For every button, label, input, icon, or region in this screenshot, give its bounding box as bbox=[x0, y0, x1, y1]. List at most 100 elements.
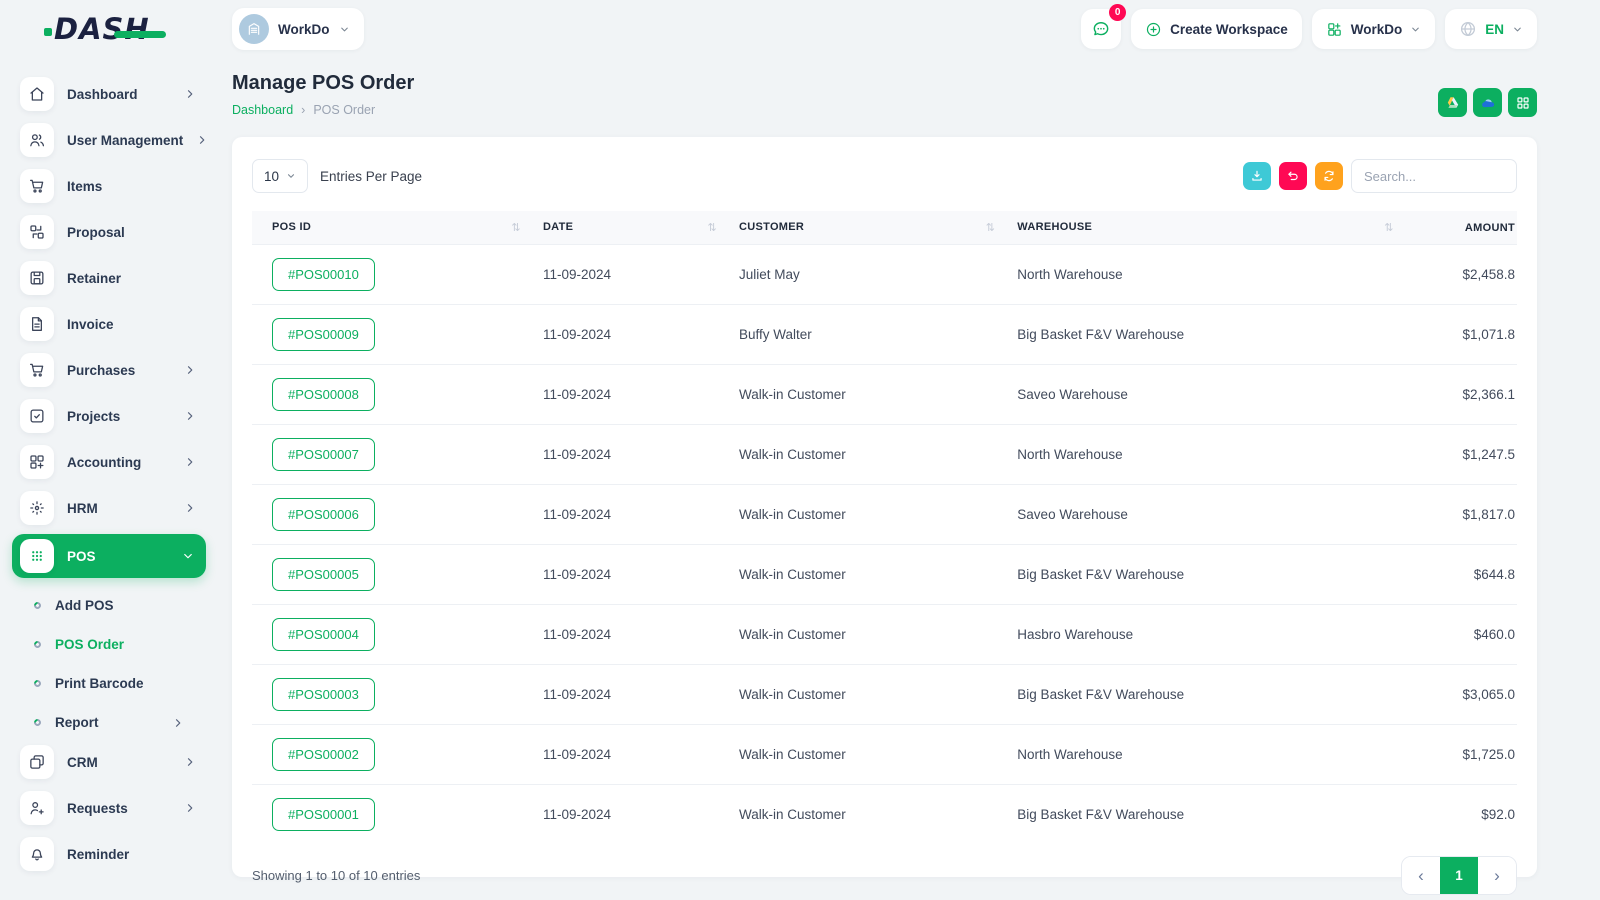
entries-per-page-select[interactable]: 10 bbox=[252, 159, 308, 193]
google-drive-export-button[interactable] bbox=[1438, 88, 1467, 117]
cell-warehouse: Big Basket F&V Warehouse bbox=[1017, 784, 1416, 844]
breadcrumb: Dashboard › POS Order bbox=[232, 103, 414, 117]
cell-warehouse: North Warehouse bbox=[1017, 724, 1416, 785]
sidebar-item-pos[interactable]: POS bbox=[12, 534, 206, 578]
refresh-button[interactable] bbox=[1315, 162, 1343, 190]
onedrive-export-button[interactable] bbox=[1473, 88, 1502, 117]
pos-id-link[interactable]: #POS00008 bbox=[272, 378, 375, 411]
accounting-icon bbox=[20, 445, 54, 479]
cell-customer: Walk-in Customer bbox=[739, 544, 1018, 605]
sidebar-item-accounting[interactable]: Accounting bbox=[12, 442, 208, 482]
invoice-icon bbox=[20, 307, 54, 341]
chevron-right-icon bbox=[184, 88, 196, 100]
sidebar-item-hrm[interactable]: HRM bbox=[12, 488, 208, 528]
sidebar-subitem-add-pos[interactable]: Add POS bbox=[12, 586, 208, 625]
table-row: #POS00005 11-09-2024 Walk-in Customer Bi… bbox=[252, 544, 1517, 605]
sort-icon[interactable]: ⇅ bbox=[1384, 221, 1394, 234]
sidebar-item-requests[interactable]: Requests bbox=[12, 788, 208, 828]
pos-id-link[interactable]: #POS00009 bbox=[272, 318, 375, 351]
refresh-icon bbox=[1324, 170, 1334, 182]
sort-icon[interactable]: ⇅ bbox=[707, 221, 717, 234]
pos-id-link[interactable]: #POS00002 bbox=[272, 738, 375, 771]
sidebar: Dashboard User Management Items Proposal… bbox=[0, 58, 214, 900]
messages-button[interactable]: 0 bbox=[1081, 4, 1127, 49]
column-header-date[interactable]: DATE ⇅ bbox=[542, 211, 739, 245]
cell-date: 11-09-2024 bbox=[542, 664, 739, 725]
language-selector[interactable]: EN bbox=[1445, 9, 1537, 49]
table-row: #POS00010 11-09-2024 Juliet May North Wa… bbox=[252, 245, 1517, 305]
pos-order-card: 10 Entries Per Page POS ID⇅ bbox=[232, 137, 1537, 895]
logo-accent-bar bbox=[113, 30, 166, 38]
sidebar-item-proposal[interactable]: Proposal bbox=[12, 212, 208, 252]
column-header-pos-id[interactable]: POS ID ⇅ bbox=[252, 211, 543, 245]
reset-button[interactable] bbox=[1279, 162, 1307, 190]
cell-amount: $1,725.0 bbox=[1415, 724, 1517, 785]
projects-icon bbox=[20, 399, 54, 433]
sidebar-item-projects[interactable]: Projects bbox=[12, 396, 208, 436]
sidebar-subitem-print-barcode[interactable]: Print Barcode bbox=[12, 664, 208, 703]
requests-icon bbox=[30, 802, 44, 815]
chevron-down-icon bbox=[286, 171, 296, 181]
create-workspace-button[interactable]: Create Workspace bbox=[1131, 9, 1302, 49]
accounting-icon bbox=[30, 455, 44, 469]
cell-date: 11-09-2024 bbox=[542, 724, 739, 785]
table-row: #POS00002 11-09-2024 Walk-in Customer No… bbox=[252, 724, 1517, 785]
sidebar-item-user-management[interactable]: User Management bbox=[12, 120, 208, 160]
column-header-warehouse[interactable]: WAREHOUSE ⇅ bbox=[1017, 211, 1416, 245]
pagination-page-1[interactable]: 1 bbox=[1440, 857, 1478, 894]
cell-customer: Walk-in Customer bbox=[739, 784, 1018, 844]
workdo-menu-button[interactable]: WorkDo bbox=[1311, 9, 1436, 49]
pos-id-link[interactable]: #POS00007 bbox=[272, 438, 375, 471]
sidebar-subitem-pos-order[interactable]: POS Order bbox=[12, 625, 208, 664]
cell-date: 11-09-2024 bbox=[542, 304, 739, 365]
workspace-selector[interactable]: WorkDo bbox=[232, 8, 364, 50]
pos-id-link[interactable]: #POS00001 bbox=[272, 798, 375, 831]
sidebar-item-reminder[interactable]: Reminder bbox=[12, 834, 208, 874]
column-header-customer[interactable]: CUSTOMER ⇅ bbox=[739, 211, 1018, 245]
messages-count-badge: 0 bbox=[1109, 4, 1127, 21]
pos-id-link[interactable]: #POS00003 bbox=[272, 678, 375, 711]
cart-icon bbox=[29, 363, 44, 377]
invoice-icon bbox=[32, 317, 42, 331]
chat-icon bbox=[1093, 22, 1109, 36]
grid-view-button[interactable] bbox=[1508, 88, 1537, 117]
cell-customer: Walk-in Customer bbox=[739, 484, 1018, 545]
search-input[interactable] bbox=[1351, 159, 1517, 193]
pagination-prev-button[interactable]: ‹ bbox=[1402, 857, 1440, 894]
chevron-right-icon bbox=[196, 134, 208, 146]
sidebar-item-items[interactable]: Items bbox=[12, 166, 208, 206]
cell-customer: Walk-in Customer bbox=[739, 664, 1018, 725]
export-download-button[interactable] bbox=[1243, 162, 1271, 190]
cell-amount: $92.0 bbox=[1415, 784, 1517, 844]
proposal-icon bbox=[20, 215, 54, 249]
hrm-icon bbox=[30, 501, 44, 515]
cell-customer: Walk-in Customer bbox=[739, 424, 1018, 485]
download-icon bbox=[1252, 170, 1262, 181]
sidebar-item-invoice[interactable]: Invoice bbox=[12, 304, 208, 344]
cell-amount: $460.0 bbox=[1415, 604, 1517, 665]
pos-id-link[interactable]: #POS00005 bbox=[272, 558, 375, 591]
pos-id-link[interactable]: #POS00006 bbox=[272, 498, 375, 531]
cart-icon bbox=[29, 179, 44, 193]
pos-id-link[interactable]: #POS00004 bbox=[272, 618, 375, 651]
sidebar-item-retainer[interactable]: Retainer bbox=[12, 258, 208, 298]
sidebar-subitem-report[interactable]: Report bbox=[12, 703, 208, 742]
pos-id-link[interactable]: #POS00010 bbox=[272, 258, 375, 291]
showing-entries-text: Showing 1 to 10 of 10 entries bbox=[252, 868, 421, 883]
bullet-icon bbox=[32, 600, 43, 611]
retainer-icon bbox=[30, 271, 44, 285]
sort-icon[interactable]: ⇅ bbox=[511, 221, 521, 234]
sidebar-item-purchases[interactable]: Purchases bbox=[12, 350, 208, 390]
pagination-next-button[interactable]: › bbox=[1478, 857, 1516, 894]
breadcrumb-dashboard-link[interactable]: Dashboard bbox=[232, 103, 293, 117]
pagination: ‹ 1 › bbox=[1401, 856, 1517, 895]
sidebar-item-crm[interactable]: CRM bbox=[12, 742, 208, 782]
language-code: EN bbox=[1485, 21, 1504, 37]
sort-icon[interactable]: ⇅ bbox=[986, 221, 996, 234]
column-header-amount[interactable]: AMOUNT bbox=[1415, 211, 1517, 245]
home-icon bbox=[20, 77, 54, 111]
table-row: #POS00009 11-09-2024 Buffy Walter Big Ba… bbox=[252, 304, 1517, 365]
table-row: #POS00001 11-09-2024 Walk-in Customer Bi… bbox=[252, 784, 1517, 844]
sidebar-item-dashboard[interactable]: Dashboard bbox=[12, 74, 208, 114]
brand-logo[interactable]: DASH bbox=[44, 12, 166, 46]
